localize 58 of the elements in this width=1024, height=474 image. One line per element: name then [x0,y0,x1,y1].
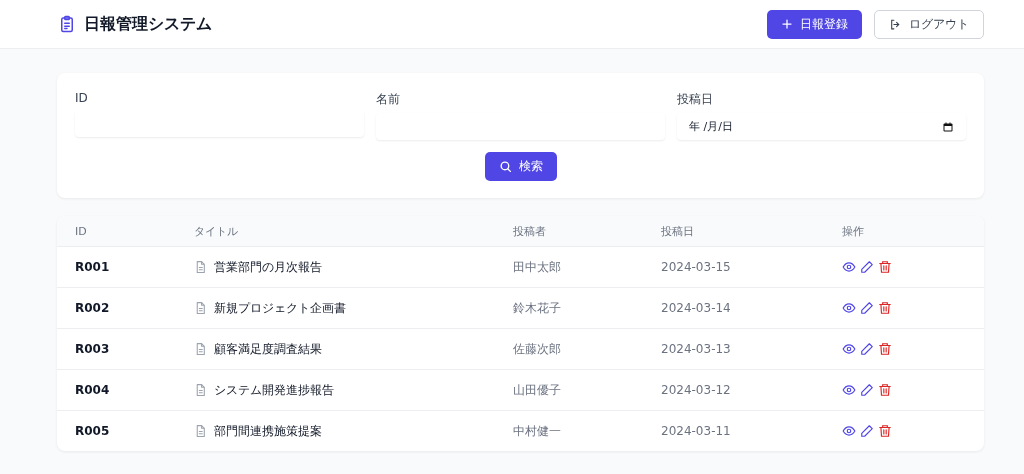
view-icon[interactable] [842,342,856,356]
document-icon [194,260,207,274]
plus-icon [781,18,793,30]
pencil-icon[interactable] [860,301,874,315]
table-cell: 顧客満足度調査結果 [214,340,322,358]
trash-icon[interactable] [878,383,892,397]
column-header: タイトル [194,223,239,239]
view-icon[interactable] [842,424,856,438]
pencil-icon[interactable] [860,383,874,397]
pencil-icon[interactable] [860,260,874,274]
calendar-icon[interactable] [942,120,954,133]
search-icon [498,160,512,173]
table-cell: システム開発進捗報告 [214,381,334,399]
table-cell-text: 2024-03-13 [661,342,732,356]
table-cell-text: 2024-03-11 [661,424,732,438]
table-cell-text: 佐藤次郎 [513,340,562,358]
column-header: 投稿者 [513,223,547,239]
table-cell-text: 2024-03-15 [661,260,732,274]
clipboard-icon [58,15,76,33]
table-cell-text: 鈴木花子 [513,299,562,317]
logout-icon [889,17,902,31]
view-icon[interactable] [842,383,856,397]
pencil-icon[interactable] [860,342,874,356]
date-field[interactable]: 年 /月/日 [677,113,966,140]
column-header: ID [75,224,88,238]
table-cell-text: R005 [75,424,111,438]
document-icon [194,301,207,315]
column-header: 投稿日 [661,223,695,239]
document-icon [194,342,207,356]
table-cell-text: 2024-03-14 [661,301,732,315]
document-icon [194,424,207,438]
logout-button[interactable]: ログアウト [874,9,984,39]
trash-icon[interactable] [878,342,892,356]
field-label: 投稿日 [677,91,714,108]
trash-icon[interactable] [878,260,892,274]
table-cell: 新規プロジェクト企画書 [214,299,346,317]
pencil-icon[interactable] [860,424,874,438]
table-cell: 部門間連携施策提案 [214,422,322,440]
table-cell-text: 田中太郎 [513,258,562,276]
document-icon [194,383,207,397]
table-cell: 営業部門の月次報告 [214,258,322,276]
view-icon[interactable] [842,260,856,274]
register-button[interactable]: 日報登録 [767,9,862,39]
view-icon[interactable] [842,301,856,315]
table-cell-text: R001 [75,260,111,274]
trash-icon[interactable] [878,301,892,315]
table-cell-text: 山田優子 [513,381,562,399]
table-cell-text: 中村健一 [513,422,562,440]
field-label: 名前 [376,91,401,108]
table-cell-text: R004 [75,383,111,397]
table-cell-text: R003 [75,342,111,356]
search-button[interactable]: 検索 [484,152,557,181]
table-cell-text: R002 [75,301,111,315]
table-cell-text: 2024-03-12 [661,383,732,397]
field-label: ID [75,91,89,105]
trash-icon[interactable] [878,424,892,438]
app-title: 日報管理システム [84,13,212,35]
column-header: 操作 [842,223,865,239]
